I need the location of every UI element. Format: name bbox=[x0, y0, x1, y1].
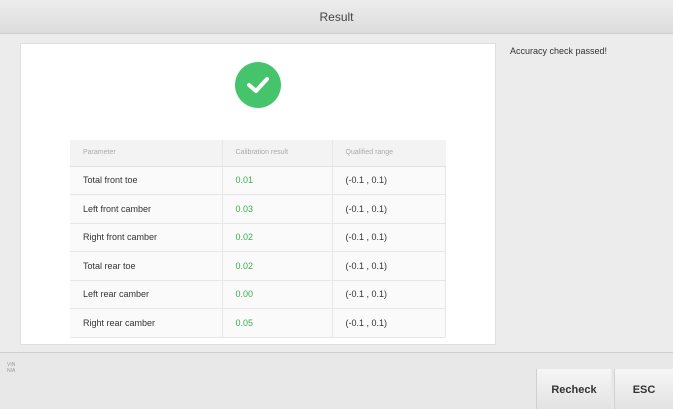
parameter-cell: Left front camber bbox=[70, 194, 223, 224]
main-area: Parameter Calibration result Qualified r… bbox=[0, 34, 673, 352]
table-row: Left rear camber 0.00 (-0.1 , 0.1) bbox=[70, 280, 446, 309]
range-cell: (-0.1 , 0.1) bbox=[332, 194, 446, 224]
vin-value: N/A bbox=[7, 368, 16, 374]
result-cell: 0.03 bbox=[222, 194, 333, 224]
parameters-table: Parameter Calibration result Qualified r… bbox=[70, 140, 446, 338]
esc-button[interactable]: ESC bbox=[614, 369, 673, 409]
status-message: Accuracy check passed! bbox=[510, 46, 608, 56]
result-cell: 0.01 bbox=[222, 166, 333, 195]
result-cell: 0.00 bbox=[222, 280, 333, 309]
range-cell: (-0.1 , 0.1) bbox=[332, 166, 446, 195]
header-parameter: Parameter bbox=[70, 140, 223, 167]
parameter-cell: Right front camber bbox=[70, 223, 223, 252]
result-cell: 0.05 bbox=[222, 308, 333, 338]
table-row: Right rear camber 0.05 (-0.1 , 0.1) bbox=[70, 308, 446, 338]
parameter-cell: Total rear toe bbox=[70, 251, 223, 281]
vin-info: VIN N/A bbox=[7, 362, 15, 374]
header-qualified-range: Qualified range bbox=[332, 140, 446, 167]
result-panel: Parameter Calibration result Qualified r… bbox=[20, 43, 496, 345]
checkmark-icon bbox=[247, 77, 269, 93]
range-cell: (-0.1 , 0.1) bbox=[332, 308, 446, 338]
window-title: Result bbox=[319, 10, 354, 24]
result-cell: 0.02 bbox=[222, 223, 333, 252]
parameter-cell: Total front toe bbox=[70, 166, 223, 195]
table-row: Left front camber 0.03 (-0.1 , 0.1) bbox=[70, 194, 446, 224]
bottom-toolbar: VIN N/A Recheck ESC bbox=[0, 352, 673, 409]
result-cell: 0.02 bbox=[222, 251, 333, 281]
range-cell: (-0.1 , 0.1) bbox=[332, 251, 446, 281]
table-row: Right front camber 0.02 (-0.1 , 0.1) bbox=[70, 223, 446, 252]
table-row: Total front toe 0.01 (-0.1 , 0.1) bbox=[70, 166, 446, 195]
table-row: Total rear toe 0.02 (-0.1 , 0.1) bbox=[70, 251, 446, 281]
title-bar: Result bbox=[0, 0, 673, 34]
range-cell: (-0.1 , 0.1) bbox=[332, 223, 446, 252]
header-calibration-result: Calibration result bbox=[222, 140, 333, 167]
parameter-cell: Left rear camber bbox=[70, 280, 223, 309]
range-cell: (-0.1 , 0.1) bbox=[332, 280, 446, 309]
parameter-cell: Right rear camber bbox=[70, 308, 223, 338]
table-header-row: Parameter Calibration result Qualified r… bbox=[70, 140, 446, 167]
recheck-button[interactable]: Recheck bbox=[536, 369, 611, 409]
check-circle-icon bbox=[235, 62, 281, 108]
